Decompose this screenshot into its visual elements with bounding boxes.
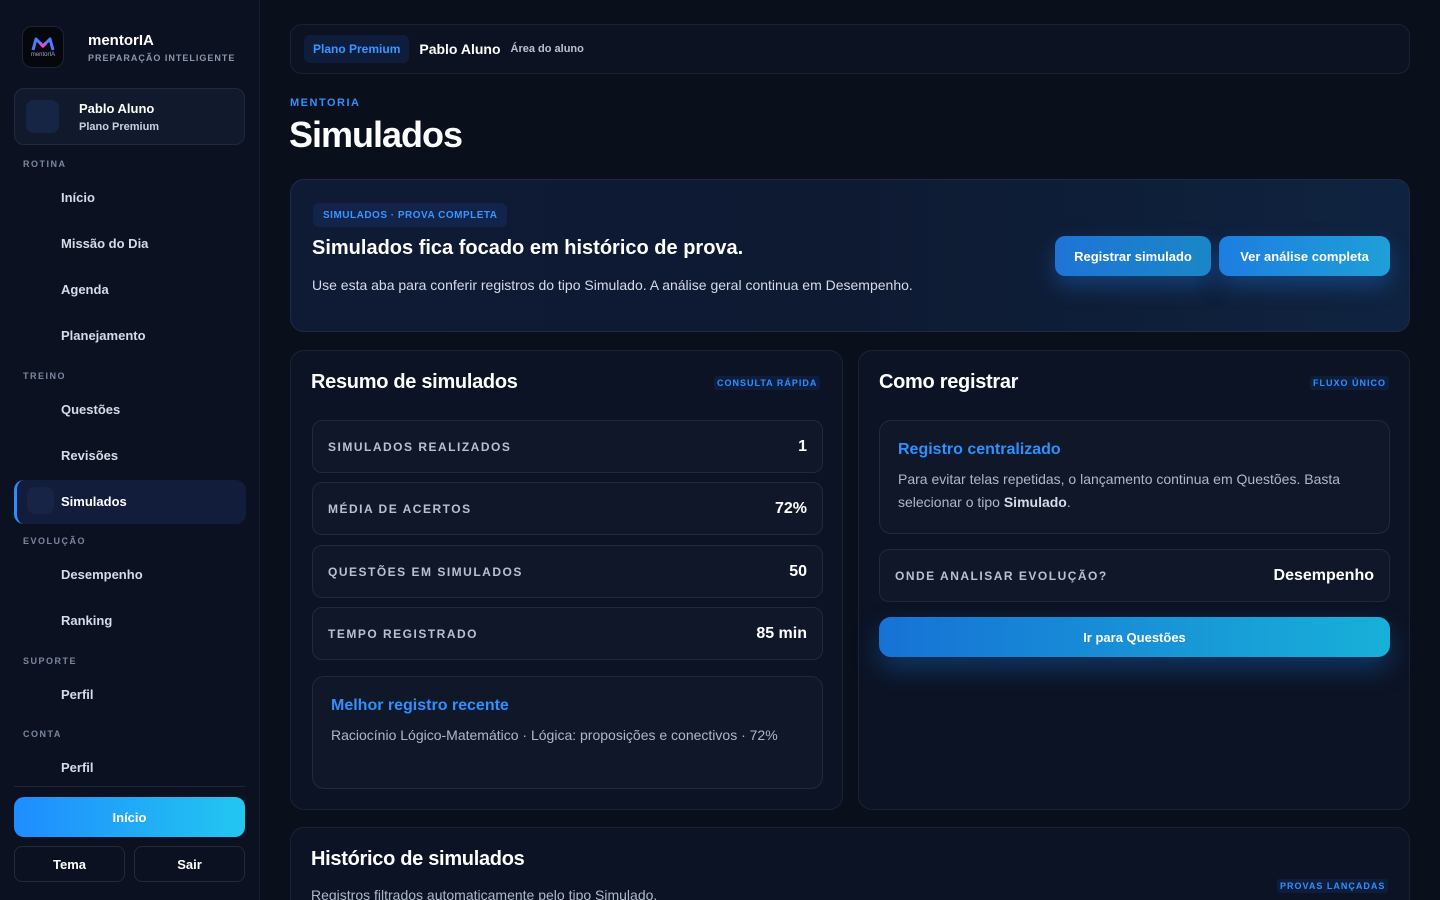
stat-label: TEMPO REGISTRADO [328,626,479,641]
brand[interactable]: mentorIA mentorIA PREPARAÇÃO INTELIGENTE [22,26,235,68]
stat-value: 72% [774,499,807,517]
sidebar-item-icon [27,487,54,514]
how-to-title: Como registrar [879,371,1019,393]
sidebar-item-simulados[interactable] [14,480,246,524]
user-plan: Plano Premium [79,120,160,133]
logo-text: mentorIA [30,51,56,58]
history-title: Histórico de simulados [311,848,525,870]
brand-logo: mentorIA [22,26,64,68]
nav-section-treino: TREINO [23,371,67,381]
history-panel: Histórico de simulados Registros filtrad… [290,827,1410,900]
how-to-register-panel: Como registrar FLUXO ÚNICO Registro cent… [858,350,1410,810]
sidebar-item-ranking[interactable]: Ranking [61,613,112,628]
user-card[interactable]: Pablo Aluno Plano Premium [14,88,245,145]
where-to-analyze-value: Desempenho [1273,566,1374,584]
summary-panel: Resumo de simulados CONSULTA RÁPIDA SIMU… [290,350,843,810]
centralized-record-card: Registro centralizado Para evitar telas … [879,420,1390,534]
topbar-area-label: Área do aluno [510,43,584,55]
sidebar-item-missao-do-dia[interactable]: Missão do Dia [61,236,148,251]
stat-label: SIMULADOS REALIZADOS [328,439,512,454]
sidebar-item-agenda[interactable]: Agenda [61,282,109,297]
brand-tagline: PREPARAÇÃO INTELIGENTE [88,52,236,63]
sidebar: mentorIA mentorIA PREPARAÇÃO INTELIGENTE… [0,0,260,900]
stat-value: 1 [798,437,807,455]
history-tag: PROVAS LANÇADAS [1277,879,1389,893]
home-button[interactable]: Início [14,797,245,837]
stat-row: SIMULADOS REALIZADOS 1 [312,420,823,473]
nav-section-evolucao: EVOLUÇÃO [23,536,87,546]
summary-title: Resumo de simulados [311,371,518,393]
history-subtitle: Registros filtrados automaticamente pelo… [311,887,658,900]
sidebar-divider [14,786,245,787]
simulado-type-label: Simulado [1003,494,1067,510]
sidebar-item-planejamento[interactable]: Planejamento [61,328,146,343]
stat-label: QUESTÕES EM SIMULADOS [328,564,523,579]
plan-badge: Plano Premium [304,35,410,63]
stat-label: MÉDIA DE ACERTOS [328,501,472,516]
user-name: Pablo Aluno [79,100,155,116]
go-to-questions-button[interactable]: Ir para Questões [879,617,1390,657]
stat-row: TEMPO REGISTRADO 85 min [312,607,823,660]
register-simulation-button[interactable]: Registrar simulado [1055,236,1211,276]
stat-row: MÉDIA DE ACERTOS 72% [312,482,823,535]
nav-section-suporte: SUPORTE [23,656,78,666]
sidebar-item-desempenho[interactable]: Desempenho [61,567,143,582]
sidebar-item-perfil-suporte[interactable]: Perfil [61,687,94,702]
avatar [26,100,59,133]
sidebar-item-revisoes[interactable]: Revisões [61,448,118,463]
hero-card: SIMULADOS · PROVA COMPLETA Simulados fic… [290,179,1410,332]
nav-section-conta: CONTA [23,729,62,739]
stat-value: 50 [789,562,807,580]
centralized-record-title: Registro centralizado [898,441,1061,458]
hero-description: Use esta aba para conferir registros do … [312,277,913,293]
how-to-tag: FLUXO ÚNICO [1310,376,1389,390]
hero-chip: SIMULADOS · PROVA COMPLETA [313,203,508,227]
best-record-title: Melhor registro recente [331,697,509,714]
best-record-card: Melhor registro recente Raciocínio Lógic… [312,676,823,789]
summary-tag: CONSULTA RÁPIDA [714,376,821,390]
page-eyebrow: MENTORIA [290,97,361,109]
full-analysis-button[interactable]: Ver análise completa [1219,236,1390,276]
stat-value: 85 min [756,624,807,642]
topbar-user-name: Pablo Aluno [419,41,501,57]
topbar: Plano Premium Pablo Aluno Área do aluno [290,24,1410,74]
stat-row: QUESTÕES EM SIMULADOS 50 [312,545,823,598]
centralized-record-text: Para evitar telas repetidas, o lançament… [898,471,1341,510]
brand-name: mentorIA [88,31,154,49]
hero-title: Simulados fica focado em histórico de pr… [312,237,744,259]
theme-button[interactable]: Tema [14,846,125,882]
sidebar-item-perfil-conta[interactable]: Perfil [61,760,94,775]
where-to-analyze-row: ONDE ANALISAR EVOLUÇÃO? Desempenho [879,549,1390,602]
best-record-text: Raciocínio Lógico-Matemático · Lógica: p… [331,727,778,743]
where-to-analyze-label: ONDE ANALISAR EVOLUÇÃO? [895,568,1108,583]
logo-m-icon [31,37,55,50]
page-title: Simulados [289,114,463,155]
sidebar-item-simulados-label[interactable]: Simulados [61,494,127,509]
logout-button[interactable]: Sair [134,846,245,882]
nav-section-rotina: ROTINA [23,159,67,169]
sidebar-item-questoes[interactable]: Questões [61,402,120,417]
sidebar-item-inicio[interactable]: Início [61,190,95,205]
